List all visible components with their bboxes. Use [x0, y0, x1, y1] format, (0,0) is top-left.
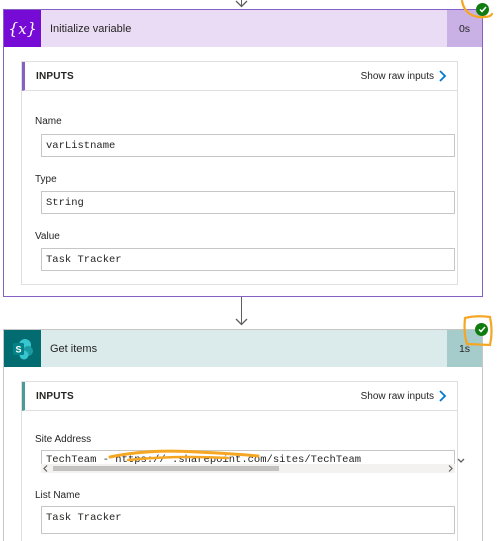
arrow-down-icon [235, 318, 248, 326]
svg-text:S: S [15, 344, 21, 354]
variable-icon: {x} [4, 10, 41, 47]
sharepoint-icon: S [4, 330, 41, 367]
redaction-scribble [108, 449, 260, 462]
show-raw-inputs-link[interactable]: Show raw inputs [361, 391, 434, 402]
initialize-variable-card[interactable]: {x} Initialize variable 0s INPUTS Show r… [3, 9, 483, 297]
success-check-icon [476, 3, 489, 16]
type-label: Type [35, 174, 57, 185]
site-address-label: Site Address [35, 434, 92, 445]
list-name-field: Task Tracker [41, 506, 455, 534]
success-check-icon [475, 323, 488, 336]
chevron-right-icon[interactable] [438, 70, 452, 82]
inputs-panel: INPUTS Show raw inputs Name varListname … [21, 61, 458, 285]
inputs-header: INPUTS Show raw inputs [22, 62, 457, 91]
horizontal-scrollbar[interactable] [41, 464, 455, 473]
card-title: Get items [50, 342, 98, 355]
inputs-title: INPUTS [36, 390, 74, 402]
show-raw-inputs-link[interactable]: Show raw inputs [361, 71, 434, 82]
name-field: varListname [41, 134, 455, 157]
get-items-card[interactable]: S Get items 1s INPUTS Show raw inputs Si… [3, 329, 483, 541]
name-label: Name [35, 116, 62, 127]
card-title: Initialize variable [50, 22, 132, 35]
chevron-down-icon[interactable] [456, 457, 466, 465]
list-name-label: List Name [35, 490, 81, 501]
card-header[interactable]: S Get items 1s [4, 330, 482, 367]
inputs-panel: INPUTS Show raw inputs Site Address Tech… [21, 381, 465, 541]
value-label: Value [35, 231, 60, 242]
inputs-header: INPUTS Show raw inputs [22, 382, 457, 411]
arrow-down-icon [235, 0, 248, 8]
chevron-right-icon[interactable] [438, 390, 452, 402]
inputs-title: INPUTS [36, 70, 74, 82]
value-field: Task Tracker [41, 248, 455, 271]
type-field: String [41, 191, 455, 214]
card-header[interactable]: {x} Initialize variable 0s [4, 10, 482, 47]
